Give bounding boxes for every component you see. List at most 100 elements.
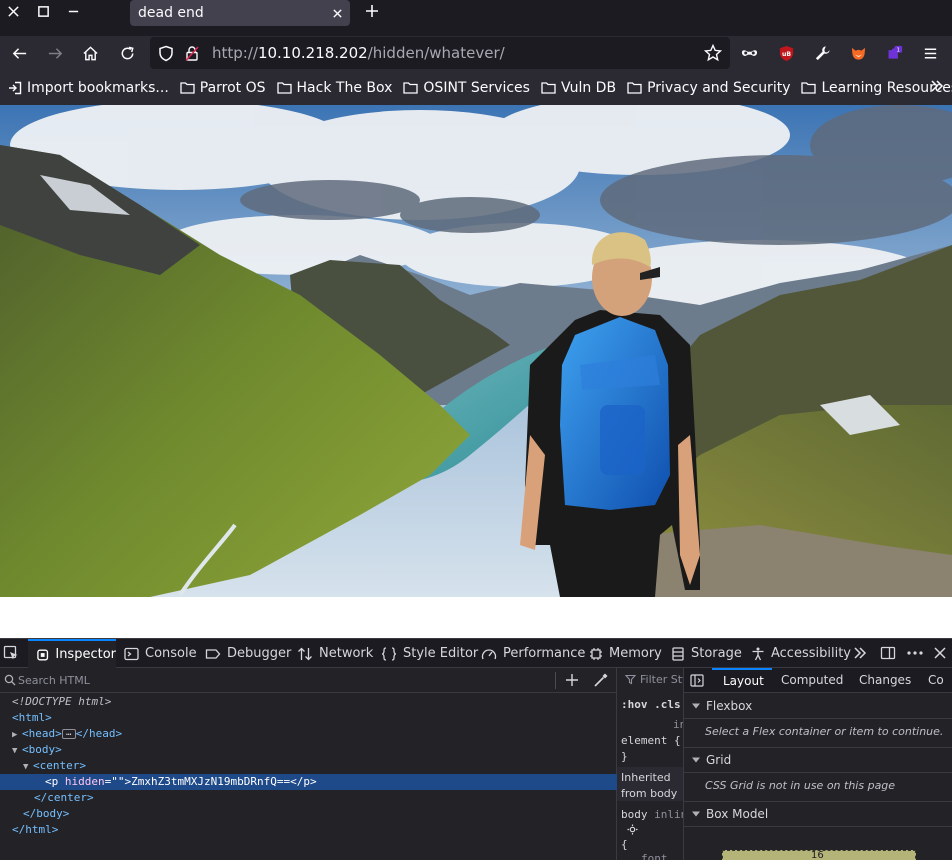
tree-node-center[interactable]: ▼ <center> xyxy=(0,758,617,774)
foxyproxy-button[interactable] xyxy=(846,42,870,64)
expand-triangle-icon[interactable]: ▶ xyxy=(12,727,22,743)
window-close-button[interactable] xyxy=(3,2,23,20)
address-bar[interactable]: http://10.10.218.202/hidden/whatever/ xyxy=(150,37,730,69)
star-icon[interactable] xyxy=(704,44,722,62)
tab-accessibility[interactable]: Accessibility xyxy=(751,639,851,668)
plus-icon[interactable] xyxy=(564,672,580,688)
inherited-header: Inherited from body xyxy=(617,767,683,801)
tree-node-body-close[interactable]: </body> xyxy=(0,806,617,822)
gauge-icon xyxy=(481,648,497,659)
body-inline-label: inline xyxy=(654,808,683,821)
font-property[interactable]: font xyxy=(641,852,668,860)
tab-inspector[interactable]: Inspector xyxy=(28,639,116,668)
double-chevron-right-icon[interactable] xyxy=(852,645,868,661)
tab-debugger[interactable]: Debugger xyxy=(205,639,291,668)
bookmark-import[interactable]: Import bookmarks... xyxy=(8,80,169,96)
box-model-diagram[interactable]: 16 xyxy=(722,850,916,860)
close-icon xyxy=(332,8,342,18)
bookmark-folder-osint-services[interactable]: OSINT Services xyxy=(403,80,530,96)
folder-icon xyxy=(627,82,642,94)
reload-button[interactable] xyxy=(115,42,139,64)
tab-compatibility[interactable]: Co xyxy=(928,668,944,693)
debugger-icon xyxy=(205,648,221,659)
ublock-shield-icon: uB xyxy=(779,45,793,61)
extension-mask-button[interactable] xyxy=(737,42,761,64)
attr-name[interactable]: hidden xyxy=(65,775,105,788)
window-maximize-button[interactable] xyxy=(33,2,53,20)
bookmark-folder-privacy-security[interactable]: Privacy and Security xyxy=(627,80,790,96)
tab-close-button[interactable] xyxy=(328,4,346,22)
reload-icon xyxy=(121,46,134,59)
plus-icon xyxy=(366,5,378,17)
dom-tree: <!DOCTYPE html> <html> ▶ <head>… </head> ▼… xyxy=(0,694,617,838)
toggle-sidebar-icon[interactable] xyxy=(690,674,704,687)
bookmark-label: OSINT Services xyxy=(423,79,530,96)
braces-icon xyxy=(381,646,397,661)
tab-storage[interactable]: Storage xyxy=(671,639,742,668)
back-button[interactable] xyxy=(7,42,31,64)
browser-tab[interactable]: dead end xyxy=(130,0,350,26)
tree-node-center-close[interactable]: </center> xyxy=(0,790,617,806)
tag-text: "> xyxy=(117,775,132,788)
tab-label: Console xyxy=(145,646,197,661)
rules-view: Filter Styles :hov .cls inline element {… xyxy=(617,668,684,860)
body-selector-text: body xyxy=(621,808,648,821)
tree-node-body[interactable]: ▼ <body> xyxy=(0,742,617,758)
boxmodel-section-header[interactable]: Box Model xyxy=(684,801,952,827)
collapsed-ellipsis-icon[interactable]: … xyxy=(61,729,76,739)
ublock-button[interactable]: uB xyxy=(774,42,798,64)
more-options-icon[interactable] xyxy=(906,645,924,661)
search-html-input[interactable] xyxy=(18,671,548,690)
window-minimize-button[interactable] xyxy=(63,2,83,20)
gear-icon[interactable] xyxy=(627,824,638,835)
dock-side-icon[interactable] xyxy=(880,645,896,661)
tab-layout[interactable]: Layout xyxy=(712,668,772,693)
forward-button[interactable] xyxy=(43,42,67,64)
element-picker-icon[interactable] xyxy=(3,645,19,661)
tree-node-html[interactable]: <html> xyxy=(0,710,617,726)
shield-icon[interactable] xyxy=(158,45,174,62)
tag-text: </head> xyxy=(75,727,123,740)
sidebar-tabs: Layout Computed Changes Co xyxy=(684,668,952,693)
tools-button[interactable] xyxy=(810,42,834,64)
tree-node-head[interactable]: ▶ <head>… </head> xyxy=(0,726,617,742)
hidden-text-content[interactable]: ZmxhZ3tmMXJzN19mbDRnfQ== xyxy=(131,775,290,788)
tab-console[interactable]: Console xyxy=(124,639,197,668)
new-tab-button[interactable] xyxy=(362,2,382,20)
lock-icon[interactable] xyxy=(184,45,200,62)
extensions-button[interactable]: 1 xyxy=(882,42,906,64)
filter-styles[interactable]: Filter Styles xyxy=(625,673,683,686)
body-selector[interactable]: body inline xyxy=(621,808,683,821)
tree-node-html-close[interactable]: </html> xyxy=(0,822,617,838)
eyedropper-icon[interactable] xyxy=(593,672,609,688)
grid-section-header[interactable]: Grid xyxy=(684,747,952,773)
home-button[interactable] xyxy=(78,42,102,64)
filter-placeholder: Filter Styles xyxy=(640,673,683,686)
hov-cls-toggles[interactable]: :hov .cls xyxy=(621,698,681,711)
tree-node-doctype[interactable]: <!DOCTYPE html> xyxy=(0,694,617,710)
flexbox-section-header[interactable]: Flexbox xyxy=(684,693,952,719)
puzzle-icon: 1 xyxy=(888,45,902,59)
tab-performance[interactable]: Performance xyxy=(481,639,585,668)
collapse-triangle-icon[interactable]: ▼ xyxy=(23,759,33,775)
menu-button[interactable] xyxy=(918,42,942,64)
close-icon[interactable] xyxy=(933,645,947,661)
close-icon xyxy=(7,5,19,17)
tab-computed[interactable]: Computed xyxy=(781,668,843,693)
tab-network[interactable]: Network xyxy=(297,639,373,668)
tree-node-p-hidden[interactable]: <p hidden="">ZmxhZ3tmMXJzN19mbDRnfQ==</p… xyxy=(0,774,617,790)
tab-memory[interactable]: Memory xyxy=(589,639,662,668)
folder-icon xyxy=(180,82,195,94)
hiker-mountain-photo xyxy=(0,105,952,597)
bookmark-folder-vuln-db[interactable]: Vuln DB xyxy=(541,80,616,96)
collapse-triangle-icon[interactable]: ▼ xyxy=(12,743,22,759)
bookmark-folder-hack-the-box[interactable]: Hack The Box xyxy=(276,80,392,96)
hamburger-icon xyxy=(924,47,936,59)
console-icon xyxy=(124,647,139,660)
element-selector[interactable]: element { xyxy=(621,734,681,747)
margin-top-value[interactable]: 16 xyxy=(811,850,824,860)
bookmarks-overflow-button[interactable] xyxy=(930,79,944,97)
tab-changes[interactable]: Changes xyxy=(859,668,911,693)
tab-style-editor[interactable]: Style Editor xyxy=(381,639,478,668)
bookmark-folder-parrot-os[interactable]: Parrot OS xyxy=(180,80,266,96)
